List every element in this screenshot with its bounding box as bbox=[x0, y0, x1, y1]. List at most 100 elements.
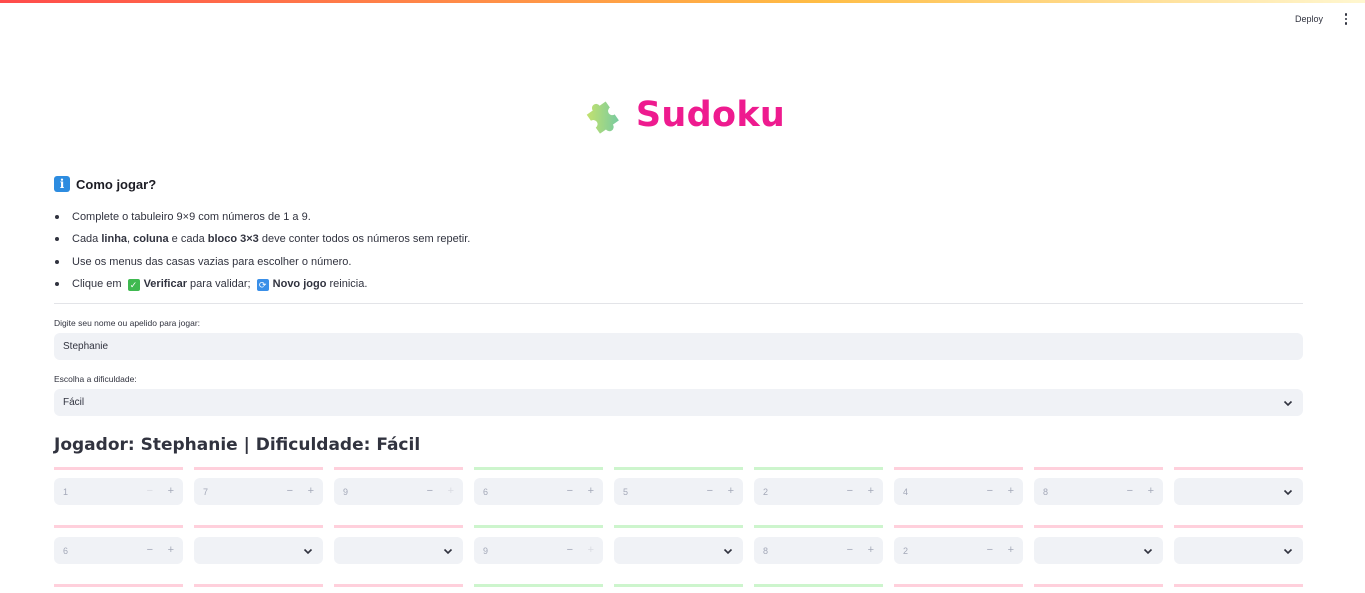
sudoku-number-cell[interactable]: 9 − + bbox=[474, 537, 603, 564]
plus-icon[interactable]: + bbox=[448, 485, 454, 497]
sudoku-number-cell[interactable]: 8 − + bbox=[1034, 478, 1163, 505]
sudoku-number-cell[interactable]: 1 − + bbox=[54, 478, 183, 505]
block-separator bbox=[1034, 467, 1163, 470]
block-separator bbox=[614, 584, 743, 587]
minus-icon[interactable]: − bbox=[847, 485, 853, 497]
name-field-label: Digite seu nome ou apelido para jogar: bbox=[54, 318, 201, 328]
block-separator bbox=[474, 525, 603, 528]
list-item: Use os menus das casas vazias para escol… bbox=[54, 254, 470, 276]
sudoku-number-cell[interactable]: 8 − + bbox=[754, 537, 883, 564]
sudoku-number-cell[interactable]: 6 − + bbox=[54, 537, 183, 564]
app-header: Deploy bbox=[1293, 12, 1351, 26]
plus-icon[interactable]: + bbox=[728, 485, 734, 497]
puzzle-piece-icon bbox=[586, 101, 619, 134]
minus-icon[interactable]: − bbox=[287, 485, 293, 497]
block-separator bbox=[1174, 525, 1303, 528]
sudoku-number-cell[interactable]: 2 − + bbox=[754, 478, 883, 505]
minus-icon[interactable]: − bbox=[147, 544, 153, 556]
rule-text: Cada linha, coluna e cada bloco 3×3 deve… bbox=[72, 233, 471, 246]
block-separator bbox=[54, 584, 183, 587]
refresh-icon: ⟳ bbox=[256, 278, 269, 291]
chevron-down-icon bbox=[1283, 548, 1293, 555]
cell-value: 6 bbox=[483, 487, 489, 497]
block-separator bbox=[754, 584, 883, 587]
block-separator bbox=[614, 525, 743, 528]
sudoku-number-cell[interactable]: 6 − + bbox=[474, 478, 603, 505]
difficulty-value: Fácil bbox=[63, 397, 85, 408]
plus-icon[interactable]: + bbox=[308, 485, 314, 497]
minus-icon[interactable]: − bbox=[987, 485, 993, 497]
list-item: Clique em ✓ Verificar para validar; ⟳ Novo… bbox=[54, 276, 470, 298]
minus-icon[interactable]: − bbox=[567, 485, 573, 497]
sudoku-select-cell[interactable] bbox=[194, 537, 323, 564]
title-text: Sudoku bbox=[635, 95, 786, 135]
block-separator bbox=[194, 525, 323, 528]
minus-icon[interactable]: − bbox=[567, 544, 573, 556]
cell-value: 2 bbox=[763, 487, 769, 497]
sudoku-number-cell[interactable]: 2 − + bbox=[894, 537, 1023, 564]
plus-icon[interactable]: + bbox=[168, 544, 174, 556]
rule-text: Use os menus das casas vazias para escol… bbox=[72, 255, 352, 268]
info-icon: i bbox=[54, 176, 70, 192]
plus-icon[interactable]: + bbox=[1008, 485, 1014, 497]
cell-value: 9 bbox=[343, 487, 349, 497]
plus-icon[interactable]: + bbox=[1008, 544, 1014, 556]
block-separator bbox=[334, 584, 463, 587]
block-separator bbox=[894, 467, 1023, 470]
rules-list: Complete o tabuleiro 9×9 com números de … bbox=[54, 209, 470, 298]
cell-value: 8 bbox=[763, 546, 769, 556]
block-separator bbox=[1174, 467, 1303, 470]
block-separator bbox=[194, 584, 323, 587]
sudoku-number-cell[interactable]: 9 − + bbox=[334, 478, 463, 505]
block-separator bbox=[614, 467, 743, 470]
rule-text: Clique em ✓ Verificar para validar; ⟳ Novo… bbox=[72, 277, 368, 291]
plus-icon[interactable]: + bbox=[1148, 485, 1154, 497]
cell-value: 8 bbox=[1043, 487, 1049, 497]
chevron-down-icon bbox=[1143, 548, 1153, 555]
minus-icon[interactable]: − bbox=[147, 485, 153, 497]
minus-icon[interactable]: − bbox=[707, 485, 713, 497]
difficulty-select[interactable]: Fácil bbox=[54, 389, 1303, 416]
cell-value: 1 bbox=[63, 487, 69, 497]
sudoku-select-cell[interactable] bbox=[1174, 478, 1303, 505]
block-separator bbox=[54, 467, 183, 470]
name-input[interactable] bbox=[54, 333, 1303, 360]
check-mark-icon: ✓ bbox=[127, 278, 140, 291]
sudoku-number-cell[interactable]: 5 − + bbox=[614, 478, 743, 505]
cell-value: 9 bbox=[483, 546, 489, 556]
minus-icon[interactable]: − bbox=[987, 544, 993, 556]
minus-icon[interactable]: − bbox=[1127, 485, 1133, 497]
block-separator bbox=[54, 525, 183, 528]
divider bbox=[54, 303, 1303, 304]
block-separator bbox=[474, 467, 603, 470]
sudoku-number-cell[interactable]: 7 − + bbox=[194, 478, 323, 505]
minus-icon[interactable]: − bbox=[847, 544, 853, 556]
more-options-icon[interactable] bbox=[1341, 12, 1351, 26]
plus-icon[interactable]: + bbox=[588, 544, 594, 556]
block-separator bbox=[754, 467, 883, 470]
chevron-down-icon bbox=[1283, 400, 1293, 407]
sudoku-select-cell[interactable] bbox=[614, 537, 743, 564]
top-decoration-bar bbox=[0, 0, 1365, 3]
plus-icon[interactable]: + bbox=[868, 544, 874, 556]
cell-value: 2 bbox=[903, 546, 909, 556]
chevron-down-icon bbox=[443, 548, 453, 555]
chevron-down-icon bbox=[303, 548, 313, 555]
sudoku-select-cell[interactable] bbox=[334, 537, 463, 564]
minus-icon[interactable]: − bbox=[427, 485, 433, 497]
block-separator bbox=[194, 467, 323, 470]
cell-value: 4 bbox=[903, 487, 909, 497]
sudoku-select-cell[interactable] bbox=[1174, 537, 1303, 564]
sudoku-select-cell[interactable] bbox=[1034, 537, 1163, 564]
difficulty-label: Escolha a dificuldade: bbox=[54, 374, 137, 384]
plus-icon[interactable]: + bbox=[168, 485, 174, 497]
block-separator bbox=[1034, 584, 1163, 587]
player-info-heading: Jogador: Stephanie | Dificuldade: Fácil bbox=[54, 435, 421, 455]
plus-icon[interactable]: + bbox=[588, 485, 594, 497]
plus-icon[interactable]: + bbox=[868, 485, 874, 497]
cell-value: 7 bbox=[203, 487, 209, 497]
sudoku-number-cell[interactable]: 4 − + bbox=[894, 478, 1023, 505]
cell-value: 6 bbox=[63, 546, 69, 556]
deploy-button[interactable]: Deploy bbox=[1293, 12, 1325, 26]
block-separator bbox=[1174, 584, 1303, 587]
